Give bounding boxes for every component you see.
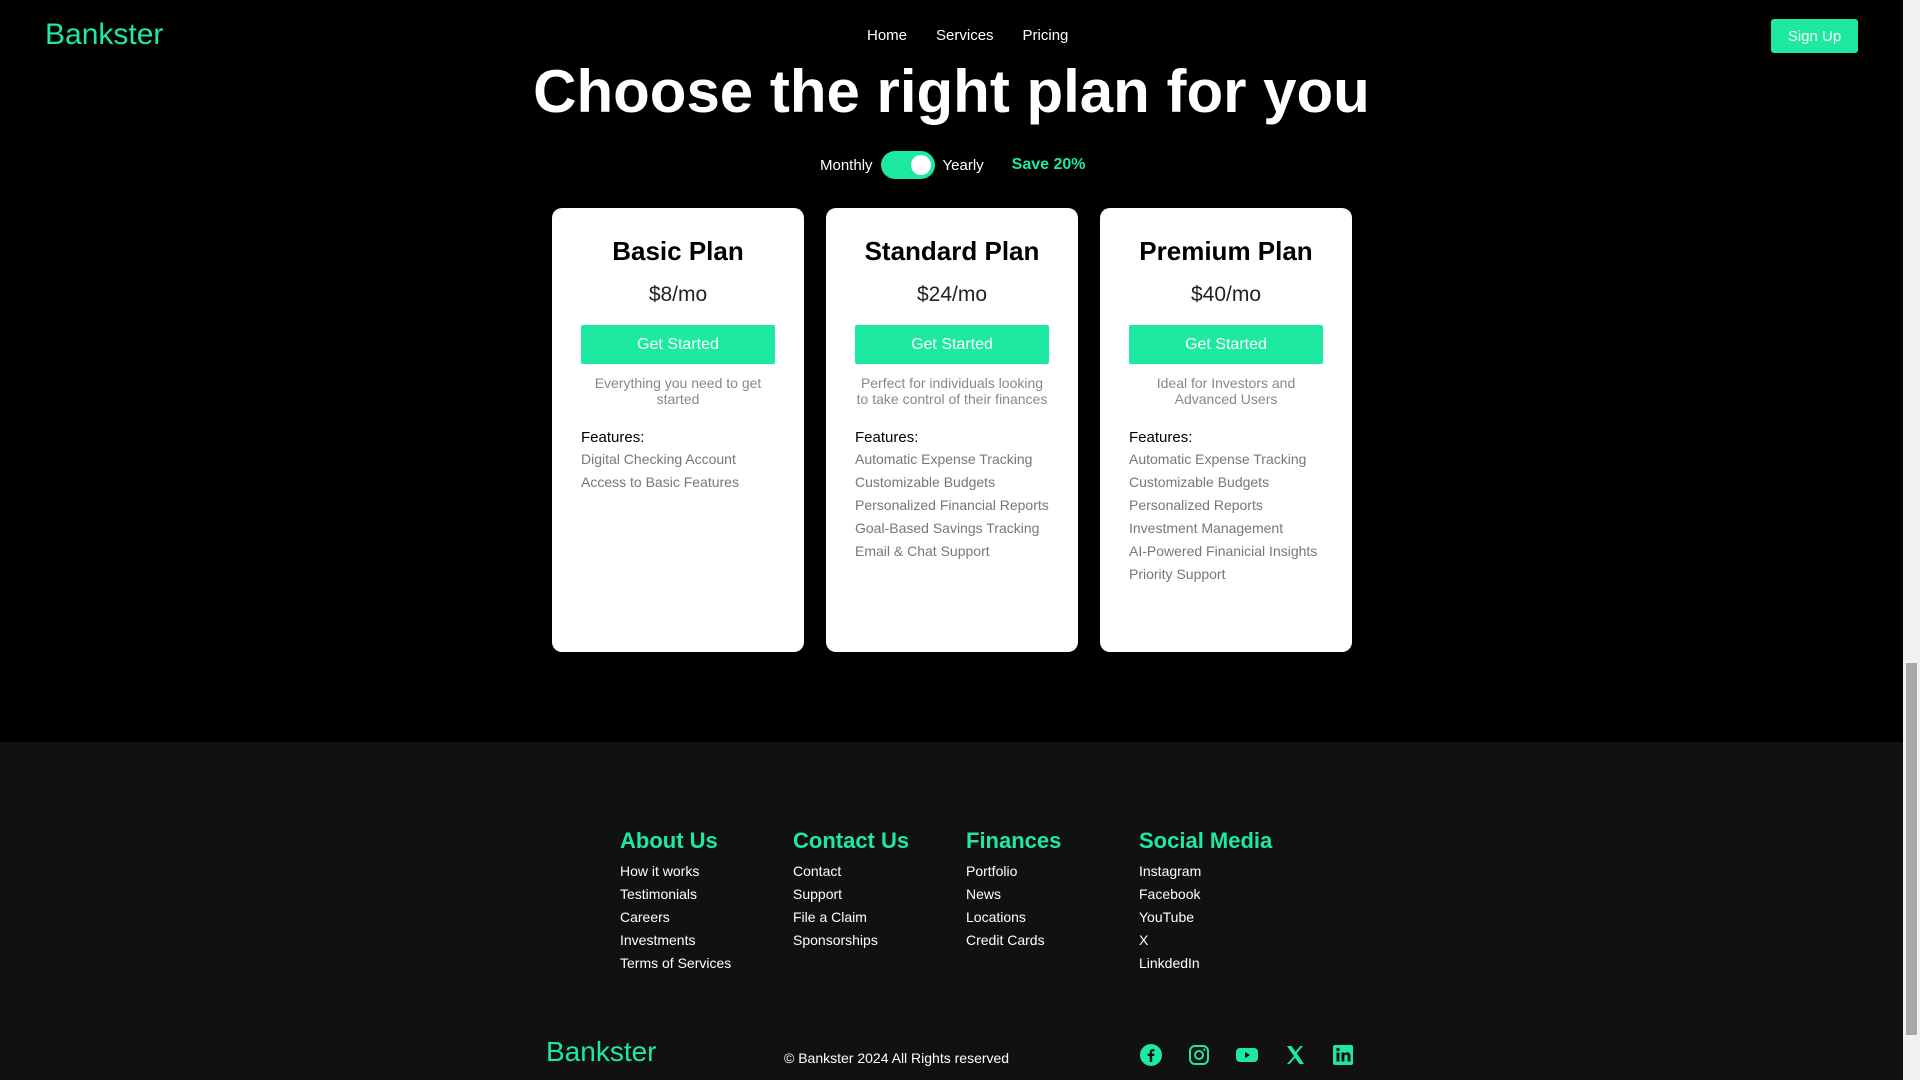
sign-up-button[interactable]: Sign Up: [1771, 19, 1858, 53]
billing-toggle-row: Monthly Yearly Save 20%: [820, 151, 1086, 179]
footer-heading: Finances: [966, 828, 1062, 853]
social-icons: [1139, 1043, 1355, 1067]
features-heading: Features:: [581, 429, 645, 446]
feature-item: Automatic Expense Tracking: [855, 451, 1033, 467]
feature-list: Automatic Expense Tracking Customizable …: [855, 451, 1049, 559]
facebook-icon[interactable]: [1139, 1043, 1163, 1067]
footer-link[interactable]: LinkdedIn: [1139, 955, 1312, 971]
features-heading: Features:: [855, 429, 919, 446]
feature-list: Digital Checking Account Access to Basic…: [581, 451, 775, 490]
plan-card-standard: Standard Plan $24/mo Get Started Perfect…: [826, 208, 1078, 652]
footer-link[interactable]: Investments: [620, 932, 793, 948]
monthly-label: Monthly: [820, 156, 873, 174]
feature-item: Automatic Expense Tracking: [1129, 451, 1307, 467]
scrollbar-thumb[interactable]: [1906, 663, 1917, 1035]
save-badge: Save 20%: [1011, 156, 1086, 173]
footer-column-social: Social Media Instagram Facebook YouTube …: [1139, 828, 1312, 978]
footer-link[interactable]: Locations: [966, 909, 1139, 925]
feature-item: Investment Management: [1129, 520, 1284, 536]
footer-link[interactable]: Credit Cards: [966, 932, 1139, 948]
footer-link[interactable]: Careers: [620, 909, 793, 925]
footer-link[interactable]: File a Claim: [793, 909, 966, 925]
toggle-knob: [910, 155, 931, 175]
site-footer: About Us How it works Testimonials Caree…: [0, 742, 1903, 1080]
footer-link[interactable]: X: [1139, 932, 1312, 948]
footer-link[interactable]: How it works: [620, 863, 793, 879]
footer-link[interactable]: Portfolio: [966, 863, 1139, 879]
footer-link[interactable]: Contact: [793, 863, 966, 879]
feature-item: Access to Basic Features: [581, 474, 739, 490]
page-scrollbar[interactable]: [1903, 0, 1920, 1080]
footer-heading: Social Media: [1139, 828, 1273, 853]
get-started-button[interactable]: Get Started: [581, 325, 775, 364]
linkedin-icon[interactable]: [1331, 1043, 1355, 1067]
footer-heading: Contact Us: [793, 828, 910, 853]
feature-item: Customizable Budgets: [1129, 474, 1270, 490]
footer-column-finances: Finances Portfolio News Locations Credit…: [966, 828, 1139, 978]
footer-link[interactable]: Testimonials: [620, 886, 793, 902]
footer-link[interactable]: News: [966, 886, 1139, 902]
plan-description: Everything you need to get started: [594, 375, 762, 407]
features-heading: Features:: [1129, 429, 1193, 446]
get-started-button[interactable]: Get Started: [1129, 325, 1323, 364]
page: Bankster Home Services Pricing Sign Up C…: [0, 0, 1903, 1080]
feature-item: Customizable Budgets: [855, 474, 996, 490]
feature-item: Personalized Financial Reports: [855, 497, 1049, 513]
plan-name: Standard Plan: [864, 236, 1040, 266]
nav-pricing[interactable]: Pricing: [1023, 27, 1069, 44]
footer-columns: About Us How it works Testimonials Caree…: [620, 828, 1312, 978]
feature-item: Email & Chat Support: [855, 543, 990, 559]
feature-item: Digital Checking Account: [581, 451, 736, 467]
brand-logo[interactable]: Bankster: [45, 18, 163, 52]
nav-services[interactable]: Services: [936, 27, 994, 44]
feature-item: AI-Powered Finanicial Insights: [1129, 543, 1318, 559]
plan-price: $40/mo: [1190, 283, 1262, 306]
x-icon[interactable]: [1283, 1043, 1307, 1067]
feature-item: Goal-Based Savings Tracking: [855, 520, 1040, 536]
nav-home[interactable]: Home: [867, 27, 907, 44]
plan-description: Ideal for Investors and Advanced Users: [1156, 375, 1296, 407]
billing-toggle[interactable]: [880, 151, 935, 179]
feature-item: Priority Support: [1129, 566, 1226, 582]
footer-link[interactable]: Facebook: [1139, 886, 1312, 902]
plan-description: Perfect for individuals looking to take …: [856, 375, 1048, 407]
get-started-button[interactable]: Get Started: [855, 325, 1049, 364]
plan-card-premium: Premium Plan $40/mo Get Started Ideal fo…: [1100, 208, 1352, 652]
copyright-text: © Bankster 2024 All Rights reserved: [784, 1050, 1010, 1066]
plan-price: $24/mo: [916, 283, 988, 306]
footer-column-contact: Contact Us Contact Support File a Claim …: [793, 828, 966, 978]
plan-cards: Basic Plan $8/mo Get Started Everything …: [552, 208, 1352, 652]
footer-link[interactable]: YouTube: [1139, 909, 1312, 925]
youtube-icon[interactable]: [1235, 1043, 1259, 1067]
feature-list: Automatic Expense Tracking Customizable …: [1129, 451, 1323, 582]
plan-card-basic: Basic Plan $8/mo Get Started Everything …: [552, 208, 804, 652]
instagram-icon[interactable]: [1187, 1043, 1211, 1067]
footer-link[interactable]: Sponsorships: [793, 932, 966, 948]
footer-column-about: About Us How it works Testimonials Caree…: [620, 828, 793, 978]
yearly-label: Yearly: [942, 156, 984, 174]
main-nav: Home Services Pricing: [867, 27, 1097, 44]
page-title: Choose the right plan for you: [533, 58, 1370, 125]
footer-heading: About Us: [620, 828, 718, 853]
plan-price: $8/mo: [648, 283, 708, 306]
plan-name: Premium Plan: [1139, 236, 1313, 266]
footer-brand-logo[interactable]: Bankster: [546, 1036, 657, 1068]
plan-name: Basic Plan: [612, 236, 744, 266]
footer-link[interactable]: Terms of Services: [620, 955, 793, 971]
footer-link[interactable]: Support: [793, 886, 966, 902]
feature-item: Personalized Reports: [1129, 497, 1263, 513]
footer-link[interactable]: Instagram: [1139, 863, 1312, 879]
